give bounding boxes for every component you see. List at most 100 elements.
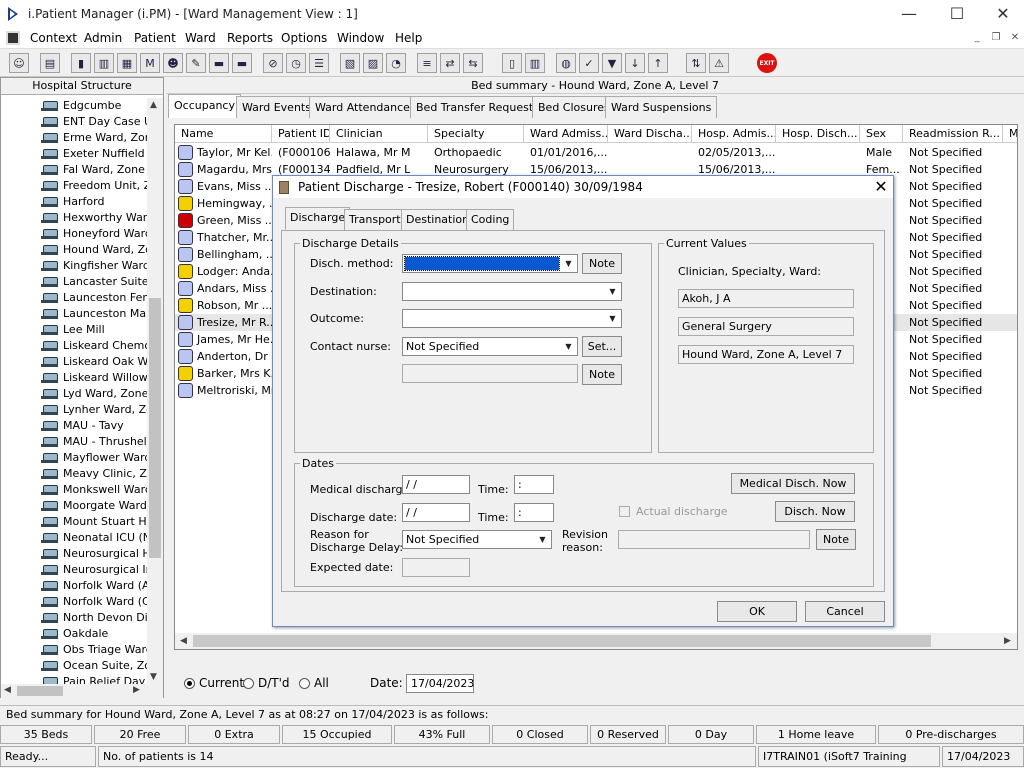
ward-tree-item[interactable]: Monkswell Ward, <box>1 482 147 498</box>
maximize-button[interactable]: ☐ <box>934 2 980 28</box>
ward-tree-item[interactable]: Norfolk Ward (Co <box>1 594 147 610</box>
column-header-hosp-admission[interactable]: Hosp. Admis... <box>692 125 776 143</box>
column-header-clinician[interactable]: Clinician <box>330 125 428 143</box>
filter-dtd[interactable]: D/T'd <box>243 676 290 690</box>
minimize-button[interactable]: — <box>886 2 932 28</box>
print-icon[interactable]: ▤ <box>40 53 60 73</box>
tab-occupancy[interactable]: Occupancy <box>168 94 241 118</box>
radio-dtd[interactable] <box>243 678 254 689</box>
scroll-up-icon[interactable]: ▲ <box>150 100 157 110</box>
date-input[interactable]: 17/04/2023 <box>406 674 474 693</box>
ward-tree-item[interactable]: Oakdale <box>1 626 147 642</box>
ward-tree-item[interactable]: Launceston Male <box>1 306 147 322</box>
document-menu-icon[interactable] <box>6 31 20 45</box>
chart-icon[interactable]: ▧ <box>340 53 360 73</box>
tab-transport[interactable]: Transport <box>344 209 406 230</box>
scroll-right-icon[interactable]: ▶ <box>133 685 140 695</box>
exit-icon[interactable]: EXIT <box>757 53 777 73</box>
ward-tree-item[interactable]: Ocean Suite, Zor <box>1 658 147 674</box>
ward-tree-item[interactable]: Liskeard Oak Wa <box>1 354 147 370</box>
book-icon[interactable]: ▮ <box>71 53 91 73</box>
cancel-button[interactable]: Cancel <box>805 601 885 622</box>
grid-horizontal-scrollbar[interactable]: ◀ ▶ <box>175 633 1017 649</box>
column-header-ward-discharge[interactable]: Ward Discha... <box>608 125 692 143</box>
filter-icon[interactable]: ▼ <box>602 53 622 73</box>
scroll-left-icon[interactable]: ◀ <box>180 636 187 646</box>
medical-discharge-date-input[interactable]: / / <box>402 475 470 494</box>
actual-discharge-checkbox[interactable] <box>619 506 630 517</box>
tree-horizontal-scrollbar[interactable]: ◀ ▶ <box>1 684 163 698</box>
ward-tree-item[interactable]: Norfolk Ward (Ad <box>1 578 147 594</box>
ward-tree-item[interactable]: Exeter Nuffield H <box>1 146 147 162</box>
mdi-close-button[interactable]: ✕ <box>1008 32 1022 45</box>
ward-tree-item[interactable]: Harford <box>1 194 147 210</box>
history-icon[interactable]: ◔ <box>386 53 406 73</box>
revision-note-button[interactable]: Note <box>816 529 856 550</box>
ward-tree-item[interactable]: Launceston Fema <box>1 290 147 306</box>
dialog-close-button[interactable]: ✕ <box>869 176 893 198</box>
transfer-icon[interactable]: ⇄ <box>440 53 460 73</box>
notes-icon[interactable]: ✎ <box>186 53 206 73</box>
menu-options[interactable]: Options <box>279 31 329 45</box>
mdi-restore-button[interactable]: ❐ <box>989 32 1003 45</box>
radio-current[interactable] <box>184 678 195 689</box>
filter-all[interactable]: All <box>299 676 329 690</box>
disch-method-note-button[interactable]: Note <box>582 253 622 274</box>
tab-bed-transfer-requests[interactable]: Bed Transfer Requests <box>410 96 545 118</box>
ward-tree-item[interactable]: MAU - Tavy <box>1 418 147 434</box>
warning-icon[interactable]: ⚠ <box>709 53 729 73</box>
ward-tree-item[interactable]: Meavy Clinic, Zor <box>1 466 147 482</box>
ward-tree-item[interactable]: Moorgate Ward, Z <box>1 498 147 514</box>
table-row[interactable]: Taylor, Mr Kel... (F000106) Halawa, Mr M Or… <box>175 144 1017 161</box>
list-icon[interactable]: ☰ <box>309 53 329 73</box>
ward-tree-item[interactable]: Mayflower Ward, <box>1 450 147 466</box>
ward-tree-item[interactable]: Erme Ward, Zone <box>1 130 147 146</box>
up-green-icon[interactable]: ↑ <box>648 53 668 73</box>
column-header-sex[interactable]: Sex <box>860 125 903 143</box>
swap-icon[interactable]: ⇅ <box>686 53 706 73</box>
ward-tree-item[interactable]: Hound Ward, Zor <box>1 242 147 258</box>
scroll-thumb[interactable] <box>193 635 931 647</box>
scroll-left-icon[interactable]: ◀ <box>4 685 11 695</box>
note-icon[interactable]: ≡ <box>417 53 437 73</box>
outcome-select[interactable]: ▼ <box>402 309 622 328</box>
scroll-thumb[interactable] <box>17 686 63 696</box>
column-header-ward-admission[interactable]: Ward Admiss... <box>524 125 608 143</box>
tab-bed-closures[interactable]: Bed Closures <box>532 96 616 118</box>
card-icon[interactable]: ▦ <box>117 53 137 73</box>
document-icon[interactable]: ▯ <box>502 53 522 73</box>
bed-icon[interactable]: ▬ <box>209 53 229 73</box>
tab-ward-suspensions[interactable]: Ward Suspensions <box>605 96 718 118</box>
disch-method-select[interactable]: ▼ <box>402 254 578 273</box>
ward-tree-item[interactable]: Fal Ward, Zone E <box>1 162 147 178</box>
scroll-right-icon[interactable]: ▶ <box>1004 636 1011 646</box>
contact-nurse-note-button[interactable]: Note <box>582 364 622 385</box>
check-list-icon[interactable]: ✓ <box>579 53 599 73</box>
ward-tree-item[interactable]: ENT Day Case U <box>1 114 147 130</box>
column-header-name[interactable]: Name <box>175 125 272 143</box>
radio-all[interactable] <box>299 678 310 689</box>
tab-discharge[interactable]: Discharge <box>285 207 351 230</box>
bed-transfer-icon[interactable]: ⇆ <box>463 53 483 73</box>
column-header-readmission[interactable]: Readmission R... <box>903 125 1003 143</box>
menu-ward[interactable]: Ward <box>183 31 218 45</box>
m-icon[interactable]: M <box>140 53 160 73</box>
column-header-specialty[interactable]: Specialty <box>428 125 524 143</box>
column-header-hosp-discharge[interactable]: Hosp. Disch... <box>776 125 860 143</box>
bar-chart-icon[interactable]: ▥ <box>525 53 545 73</box>
form-icon[interactable]: ▨ <box>363 53 383 73</box>
ward-tree-item[interactable]: MAU - Thrushel <box>1 434 147 450</box>
ward-tree-item[interactable]: Lyd Ward, Zone I <box>1 386 147 402</box>
menu-help[interactable]: Help <box>393 31 424 45</box>
down-green-icon[interactable]: ↓ <box>625 53 645 73</box>
globe-icon[interactable]: ◍ <box>556 53 576 73</box>
ward-tree-item[interactable]: Lee Mill <box>1 322 147 338</box>
ward-tree-item[interactable]: Hexworthy Ward, <box>1 210 147 226</box>
ward-tree-item[interactable]: Freedom Unit, Zo <box>1 178 147 194</box>
ward-tree-item[interactable]: Neurosurgical Hig <box>1 546 147 562</box>
ward-tree-item[interactable]: Liskeard Chemo D <box>1 338 147 354</box>
column-header-patient-id[interactable]: Patient ID <box>272 125 330 143</box>
tab-ward-events[interactable]: Ward Events <box>236 96 317 118</box>
column-header-more[interactable]: Me <box>1003 125 1017 143</box>
doctor-icon[interactable]: ☻ <box>163 53 183 73</box>
